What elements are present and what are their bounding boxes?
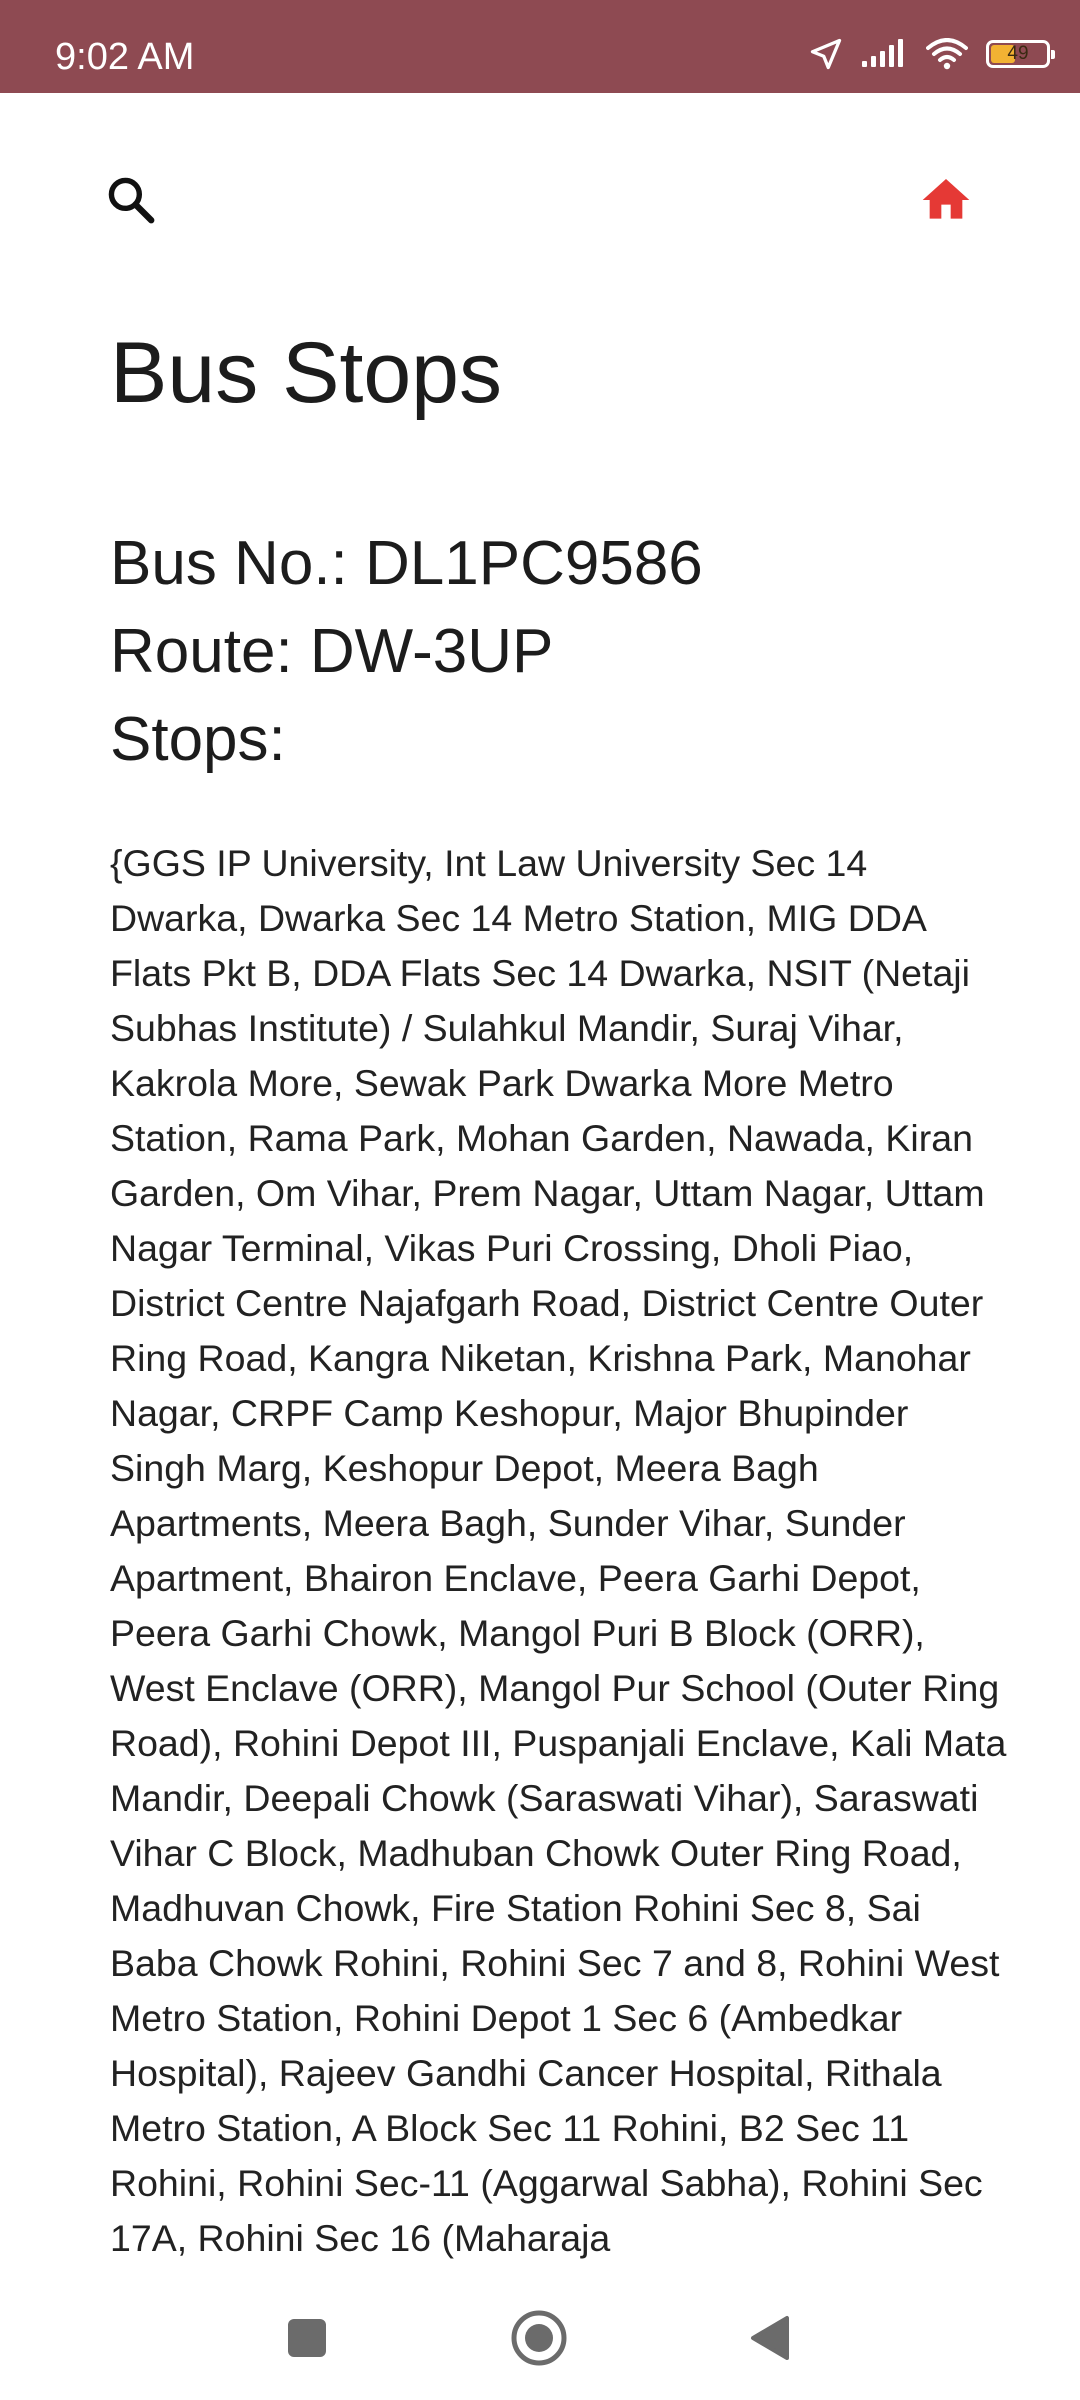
bus-info: Bus No.: DL1PC9586 Route: DW-3UP Stops:	[110, 520, 703, 784]
page-title: Bus Stops	[110, 325, 502, 421]
home-button[interactable]	[905, 161, 987, 243]
home-nav-button[interactable]	[499, 2300, 579, 2380]
bus-number: Bus No.: DL1PC9586	[110, 529, 703, 598]
recents-button[interactable]	[267, 2300, 347, 2380]
status-bar: 9:02 AM 49	[0, 0, 1080, 93]
navigation-bar	[0, 2280, 1080, 2400]
status-icons: 49	[808, 34, 1055, 74]
back-button[interactable]	[730, 2300, 810, 2380]
battery-level: 49	[1007, 43, 1029, 64]
bus-route: Route: DW-3UP	[110, 617, 554, 686]
stops-label: Stops:	[110, 705, 286, 774]
app-bar	[0, 93, 1080, 313]
wifi-icon	[926, 38, 968, 70]
search-button[interactable]	[90, 161, 172, 243]
search-icon	[104, 173, 158, 232]
home-icon	[918, 172, 974, 233]
back-triangle-icon	[749, 2315, 791, 2366]
signal-icon	[862, 39, 908, 69]
stops-list: {GGS IP University, Int Law University S…	[110, 842, 1007, 2259]
recents-square-icon	[287, 2318, 327, 2363]
status-time: 9:02 AM	[55, 36, 195, 78]
home-circle-icon	[510, 2309, 568, 2372]
battery-nub	[1051, 50, 1055, 59]
location-arrow-icon	[808, 36, 844, 72]
battery-icon: 49	[986, 40, 1055, 68]
